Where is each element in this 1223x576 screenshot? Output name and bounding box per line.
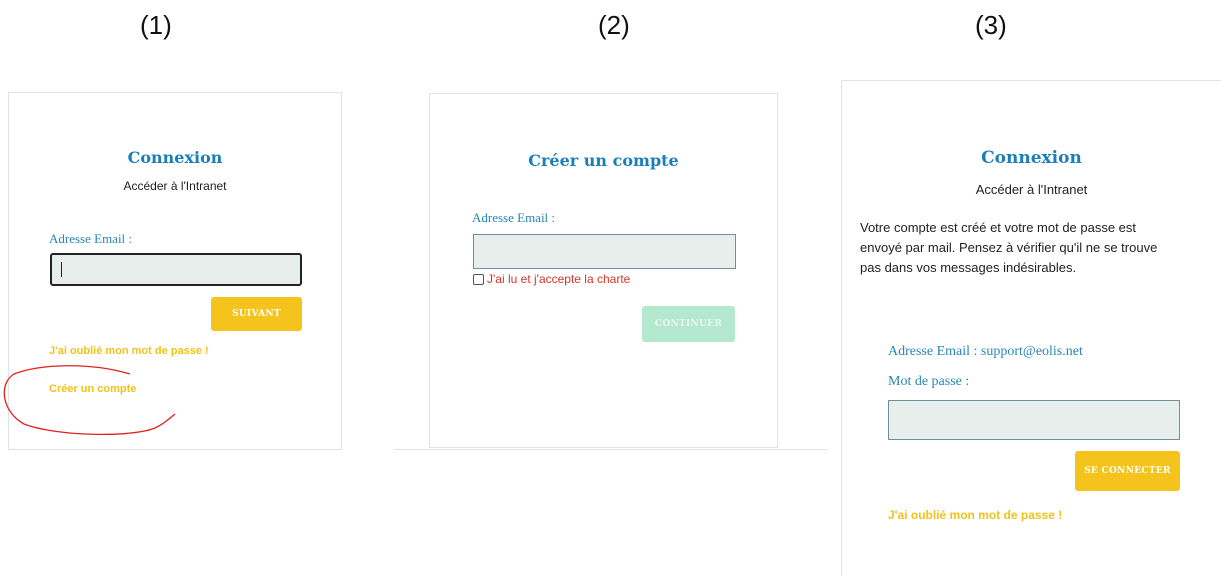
- panel-title: Connexion: [981, 148, 1082, 168]
- email-label: Adresse Email : support@eolis.net: [888, 344, 1083, 359]
- step-label-2: (2): [598, 10, 630, 40]
- password-input[interactable]: [888, 400, 1180, 440]
- connect-button[interactable]: SE CONNECTER: [1075, 451, 1180, 491]
- continue-button[interactable]: CONTINUER: [642, 306, 735, 342]
- panel-subtitle: Accéder à l'Intranet: [123, 179, 227, 193]
- text-cursor: [61, 262, 62, 277]
- password-label: Mot de passe :: [888, 374, 970, 389]
- next-button[interactable]: SUIVANT: [211, 297, 302, 331]
- login-panel-step3: Connexion Accéder à l'Intranet Votre com…: [841, 80, 1221, 576]
- email-label: Adresse Email :: [472, 210, 556, 225]
- account-created-message: Votre compte est créé et votre mot de pa…: [860, 220, 1158, 275]
- red-circle-annotation: [3, 365, 176, 436]
- step-label-3: (3): [975, 10, 1007, 40]
- email-label: Adresse Email :: [49, 231, 133, 246]
- panel-title: Créer un compte: [528, 151, 679, 170]
- panel2-baseline: [394, 449, 828, 450]
- forgot-password-link[interactable]: J'ai oublié mon mot de passe !: [888, 508, 1062, 522]
- charter-checkbox-label: J'ai lu et j'accepte la charte: [487, 272, 631, 286]
- email-input[interactable]: [473, 234, 736, 269]
- panel-subtitle: Accéder à l'Intranet: [975, 182, 1088, 197]
- charter-checkbox-row[interactable]: J'ai lu et j'accepte la charte: [473, 272, 630, 286]
- forgot-password-link[interactable]: J'ai oublié mon mot de passe !: [49, 345, 209, 357]
- create-account-panel-step2: Créer un compte Adresse Email : J'ai lu …: [429, 93, 778, 448]
- charter-checkbox[interactable]: [473, 273, 484, 285]
- panel-title: Connexion: [127, 148, 223, 167]
- email-input[interactable]: [50, 253, 302, 286]
- step-label-1: (1): [140, 10, 172, 40]
